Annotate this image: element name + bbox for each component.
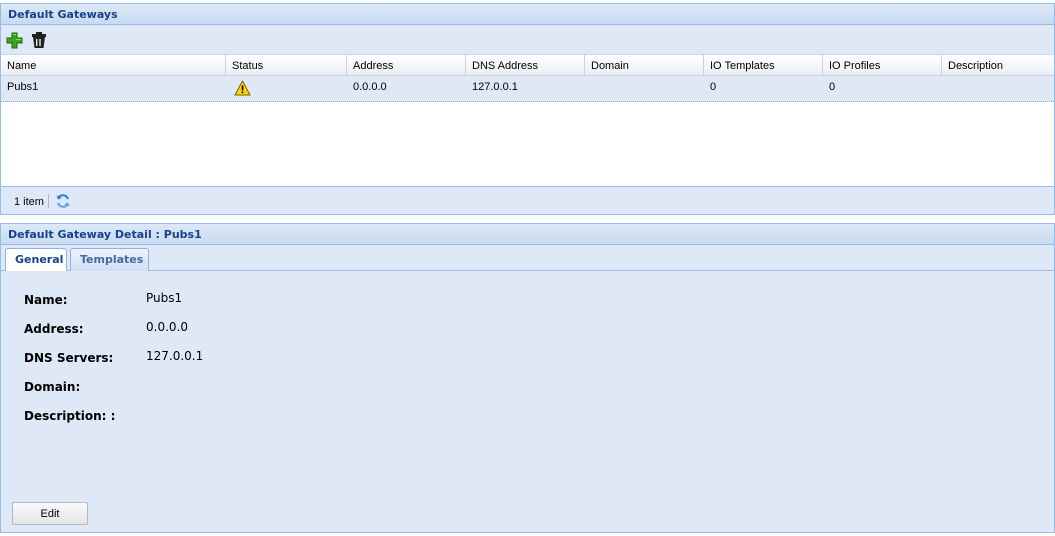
name-label: Name: xyxy=(24,293,68,307)
address-value: 0.0.0.0 xyxy=(146,320,188,334)
dns-servers-value: 127.0.0.1 xyxy=(146,349,204,363)
detail-panel-title: Default Gateway Detail : Pubs1 xyxy=(0,223,1055,245)
item-count: 1 item xyxy=(14,196,44,208)
row-description xyxy=(942,76,1055,101)
column-header-io-profiles[interactable]: IO Profiles xyxy=(823,55,942,75)
column-header-name[interactable]: Name xyxy=(1,55,226,75)
tab-general[interactable]: General xyxy=(5,248,67,272)
dns-servers-label: DNS Servers: xyxy=(24,351,114,365)
row-io-templates: 0 xyxy=(710,81,717,93)
domain-label: Domain: xyxy=(24,380,81,394)
row-status xyxy=(226,76,347,101)
detail-form: Name: Pubs1 Address: 0.0.0.0 DNS Servers… xyxy=(0,271,1055,533)
row-io-profiles: 0 xyxy=(829,81,836,93)
table-row[interactable]: Pubs1 0.0.0.0 127.0.0.1 0 0 xyxy=(1,76,1054,102)
row-domain xyxy=(585,76,704,101)
description-label: Description: : xyxy=(24,409,116,423)
address-label: Address: xyxy=(24,322,84,336)
gateways-table: Name Status Address DNS Address Domain I… xyxy=(0,54,1055,187)
trash-icon[interactable] xyxy=(30,31,48,49)
grid-toolbar xyxy=(0,25,1055,54)
column-header-io-templates[interactable]: IO Templates xyxy=(704,55,823,75)
name-value: Pubs1 xyxy=(146,291,183,305)
refresh-icon[interactable] xyxy=(55,193,71,209)
row-address: 0.0.0.0 xyxy=(353,81,387,93)
column-header-description[interactable]: Description xyxy=(942,55,1055,75)
detail-tabs: General Templates xyxy=(0,245,1055,272)
gateways-panel-title: Default Gateways xyxy=(0,3,1055,25)
toolbar-separator xyxy=(48,194,49,208)
row-name: Pubs1 xyxy=(7,81,39,93)
column-header-address[interactable]: Address xyxy=(347,55,466,75)
column-header-dns-address[interactable]: DNS Address xyxy=(466,55,585,75)
row-dns-address: 127.0.0.1 xyxy=(472,81,518,93)
column-header-status[interactable]: Status xyxy=(226,55,347,75)
warning-icon xyxy=(234,80,251,99)
add-icon[interactable] xyxy=(6,31,24,49)
tab-templates[interactable]: Templates xyxy=(70,248,149,271)
column-header-domain[interactable]: Domain xyxy=(585,55,704,75)
table-header: Name Status Address DNS Address Domain I… xyxy=(1,54,1054,76)
edit-button[interactable]: Edit xyxy=(12,502,88,525)
paging-toolbar: 1 item xyxy=(0,187,1055,215)
